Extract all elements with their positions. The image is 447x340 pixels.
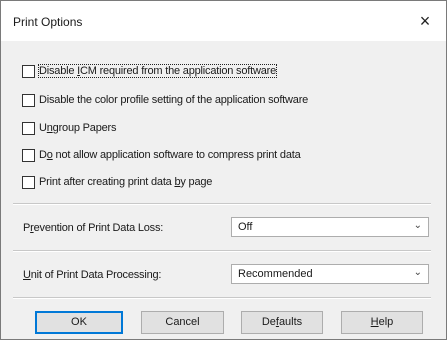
separator [13, 297, 431, 299]
dialog-title: Print Options [13, 15, 83, 29]
checkbox-box[interactable] [22, 148, 35, 162]
checkbox-box[interactable] [22, 64, 35, 78]
unit-value: Recommended [238, 268, 313, 280]
checkbox-ungroup-papers[interactable]: Ungroup Papers [22, 120, 117, 136]
prevention-value: Off [238, 221, 253, 233]
checkbox-print-after-page[interactable]: Print after creating print data by page [22, 174, 212, 190]
chevron-down-icon: ⌄ [413, 267, 422, 278]
title-bar: Print Options × [1, 1, 446, 41]
checkbox-box[interactable] [22, 93, 35, 107]
checkbox-box[interactable] [22, 175, 35, 189]
checkbox-label: Do not allow application software to com… [39, 149, 301, 161]
chevron-down-icon: ⌄ [413, 220, 422, 231]
checkbox-disable-color-profile[interactable]: Disable the color profile setting of the… [22, 92, 308, 108]
prevention-select[interactable]: Off ⌄ [231, 217, 429, 237]
checkbox-label: Print after creating print data by page [39, 176, 213, 188]
defaults-button[interactable]: Defaults [241, 311, 323, 334]
prevention-label: Prevention of Print Data Loss: [23, 222, 164, 234]
print-options-dialog: Print Options × Disable ICM required fro… [0, 0, 447, 340]
checkbox-label: Disable the color profile setting of the… [39, 94, 309, 106]
unit-select[interactable]: Recommended ⌄ [231, 264, 429, 284]
checkbox-label: Disable ICM required from the applicatio… [37, 64, 278, 78]
checkbox-no-compress[interactable]: Do not allow application software to com… [22, 147, 301, 163]
unit-label: Unit of Print Data Processing: [23, 269, 162, 281]
checkbox-disable-icm[interactable]: Disable ICM required from the applicatio… [22, 63, 278, 79]
checkbox-box[interactable] [22, 121, 35, 135]
separator [13, 203, 431, 205]
close-icon[interactable]: × [414, 10, 436, 32]
ok-button[interactable]: OK [35, 311, 123, 334]
cancel-button[interactable]: Cancel [141, 311, 224, 334]
separator [13, 250, 431, 252]
checkbox-label: Ungroup Papers [39, 122, 117, 134]
help-button[interactable]: Help [341, 311, 423, 334]
